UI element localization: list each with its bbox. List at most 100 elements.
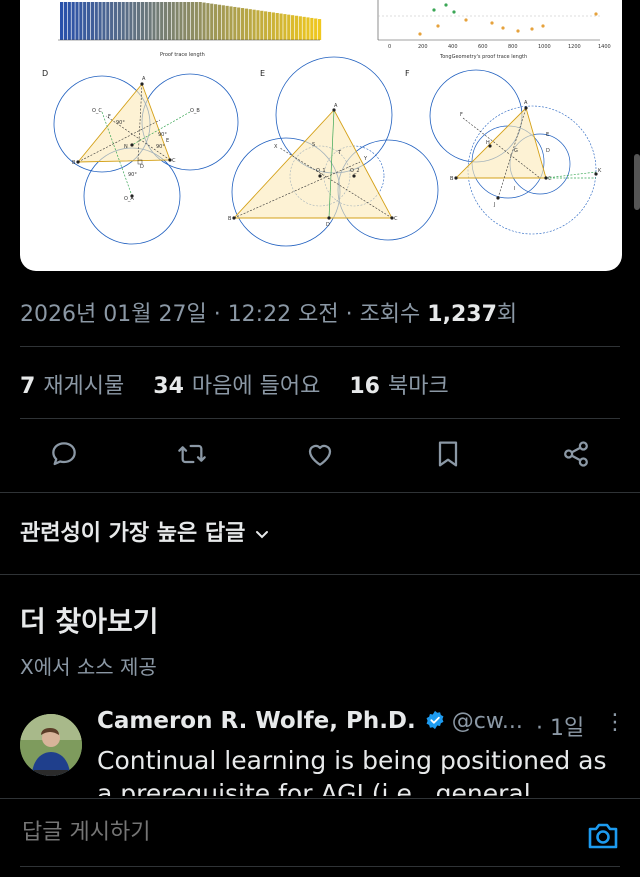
svg-text:C: C [394, 216, 398, 222]
svg-text:N: N [124, 144, 128, 150]
reply-composer [0, 798, 640, 877]
right-axis-tick: 0 [388, 44, 391, 50]
histogram-bar [63, 2, 68, 40]
histogram-bar [298, 16, 302, 40]
histogram-bar [194, 2, 198, 40]
verified-badge-icon [424, 709, 446, 735]
histogram-bar [110, 2, 114, 40]
recommended-post-text[interactable]: Continual learning is being positioned a… [97, 744, 627, 796]
page-scrollbar[interactable] [634, 154, 640, 210]
stat-likes[interactable]: 34 마음에 들어요 [153, 374, 320, 399]
svg-text:90°: 90° [128, 172, 137, 178]
histogram-bar [294, 15, 299, 40]
discover-title: 더 찾아보기 [20, 605, 159, 638]
post-date: 2026년 01월 27일 [20, 302, 207, 327]
histogram-bar [175, 2, 179, 40]
svg-text:J: J [493, 202, 495, 208]
more-options-icon[interactable]: ⋮ [604, 710, 626, 735]
post-media-image[interactable]: Proof trace length 0 200 400 600 800 1000 1200… [20, 0, 622, 271]
reply-button[interactable] [48, 438, 80, 470]
svg-text:F: F [108, 114, 111, 120]
figure-xaxis-right: TongGeometry's proof trace length [439, 54, 527, 60]
histogram-bar [79, 2, 83, 40]
histogram-bar [214, 4, 218, 40]
histogram-bar [183, 2, 187, 40]
histogram-bar [140, 2, 145, 40]
histogram-bar [133, 2, 137, 40]
histogram-bar [94, 2, 98, 40]
author-name[interactable]: Cameron R. Wolfe, Ph.D. [97, 708, 416, 734]
post-timestamp-views: 2026년 01월 27일 · 12:22 오전 · 조회수 1,237회 [20, 302, 518, 327]
histogram-bar [98, 2, 102, 40]
histogram-bar [144, 2, 148, 40]
histogram-bar [210, 3, 214, 40]
right-axis-tick: 800 [508, 44, 518, 50]
geometry-figure: Proof trace length 0 200 400 600 800 1000 1200… [42, 0, 611, 247]
svg-text:C: C [548, 176, 552, 182]
right-axis-tick: 1000 [538, 44, 551, 50]
svg-text:F: F [460, 112, 463, 118]
histogram-bar [90, 2, 94, 40]
camera-icon [588, 823, 618, 849]
camera-button[interactable] [586, 821, 620, 851]
heart-icon [308, 444, 332, 466]
svg-text:90°: 90° [156, 144, 165, 150]
histogram-bar [240, 8, 245, 41]
histogram-bar [283, 14, 287, 40]
histogram-bar [86, 2, 91, 40]
like-button[interactable] [304, 438, 336, 470]
histogram-bar [148, 2, 152, 40]
histogram-bar [129, 2, 133, 40]
histogram-bar [179, 2, 183, 40]
chevron-down-icon [255, 525, 269, 544]
avatar-image [20, 714, 82, 776]
bookmark-icon [438, 441, 458, 467]
svg-text:Y: Y [363, 156, 368, 162]
share-button[interactable] [560, 438, 592, 470]
divider [20, 346, 620, 347]
right-axis-tick: 400 [448, 44, 458, 50]
histogram-bar [167, 2, 171, 40]
histogram-bar [244, 8, 248, 40]
composer-underline [20, 866, 620, 867]
svg-text:B: B [228, 216, 232, 222]
histogram-bar [137, 2, 141, 40]
panel-letter-d: D [42, 69, 48, 78]
views-count: 1,237 [427, 302, 497, 327]
histogram-bar [163, 2, 168, 40]
histogram-bar [71, 2, 75, 40]
right-axis-tick: 1400 [598, 44, 611, 50]
histogram-fragment [60, 2, 322, 41]
reply-sort-dropdown[interactable]: 관련성이 가장 높은 답글 [20, 515, 269, 547]
histogram-bar [152, 2, 156, 40]
svg-text:H: H [486, 140, 490, 146]
svg-text:S: S [312, 142, 315, 148]
histogram-bar [248, 9, 252, 40]
histogram-bar [291, 15, 295, 40]
stat-reposts[interactable]: 7 재게시물 [20, 374, 124, 399]
histogram-bar [187, 2, 191, 40]
avatar[interactable] [20, 714, 82, 776]
reply-input[interactable] [20, 819, 564, 846]
post-stats: 7 재게시물 34 마음에 들어요 16 북마크 [20, 368, 471, 400]
divider [0, 574, 640, 575]
histogram-bar [279, 13, 283, 41]
right-axis-tick: 200 [418, 44, 428, 50]
svg-text:E: E [546, 132, 549, 138]
svg-text:A: A [334, 103, 338, 109]
share-nodes-icon [564, 441, 588, 467]
histogram-bar [156, 2, 160, 40]
stat-bookmarks[interactable]: 16 북마크 [349, 374, 448, 399]
histogram-bar [229, 6, 233, 40]
histogram-bar [121, 2, 125, 40]
histogram-bar [260, 10, 264, 41]
histogram-bar [287, 14, 291, 40]
svg-text:O_1: O_1 [316, 168, 326, 174]
post-age: · 1일 [536, 716, 585, 741]
author-handle[interactable]: @cw... [452, 709, 523, 734]
svg-text:O_C: O_C [92, 108, 102, 114]
bookmark-button[interactable] [432, 438, 464, 470]
repost-button[interactable] [176, 438, 208, 470]
panel-d-diagram [53, 73, 239, 245]
histogram-bar [102, 2, 106, 40]
